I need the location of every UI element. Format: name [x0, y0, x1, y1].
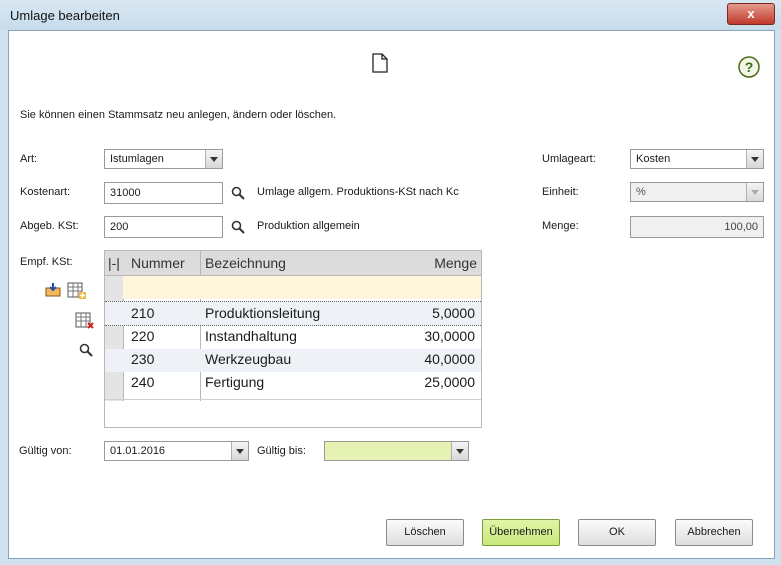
add-row-icon[interactable]: [67, 282, 87, 300]
document-icon[interactable]: [372, 53, 388, 73]
grid-header-menge[interactable]: Menge: [434, 255, 477, 271]
art-label: Art:: [20, 153, 38, 165]
cancel-button[interactable]: Abbrechen: [675, 519, 753, 546]
row-nummer: 230: [131, 351, 155, 367]
grid-header-bezeichnung[interactable]: Bezeichnung: [205, 255, 286, 271]
art-select[interactable]: Istumlagen: [104, 149, 223, 169]
umlageart-select[interactable]: Kosten: [630, 149, 764, 169]
svg-text:?: ?: [745, 59, 754, 75]
intro-text: Sie können einen Stammsatz neu anlegen, …: [20, 109, 337, 121]
grid-divider: [105, 399, 481, 400]
chevron-down-icon[interactable]: [205, 150, 222, 168]
search-icon[interactable]: [231, 186, 245, 200]
empf-kst-grid[interactable]: |-| Nummer Bezeichnung Menge 210 Produkt…: [104, 250, 482, 428]
menge-field: 100,00: [630, 216, 764, 238]
kostenart-label: Kostenart:: [20, 186, 71, 198]
umlageart-label: Umlageart:: [542, 153, 596, 165]
abgeb-kst-label: Abgeb. KSt:: [20, 220, 79, 232]
row-nummer: 210: [131, 305, 155, 321]
ok-button[interactable]: OK: [578, 519, 656, 546]
table-row[interactable]: 240 Fertigung 25,0000: [105, 372, 481, 395]
import-icon[interactable]: [45, 283, 61, 297]
table-row[interactable]: 210 Produktionsleitung 5,0000: [105, 301, 481, 326]
row-menge: 5,0000: [432, 305, 475, 321]
help-icon[interactable]: ?: [738, 56, 760, 78]
row-bezeichnung: Werkzeugbau: [205, 351, 292, 367]
einheit-value: %: [636, 186, 646, 198]
grid-new-row[interactable]: [105, 276, 481, 299]
chevron-down-icon[interactable]: [231, 442, 248, 460]
title-bar[interactable]: Umlage bearbeiten x: [0, 0, 781, 30]
abgeb-kst-field[interactable]: 200: [104, 216, 223, 238]
table-row[interactable]: 230 Werkzeugbau 40,0000: [105, 349, 481, 372]
row-menge: 30,0000: [424, 328, 475, 344]
empf-kst-label: Empf. KSt:: [20, 256, 73, 268]
table-row[interactable]: 220 Instandhaltung 30,0000: [105, 326, 481, 349]
menge-value: 100,00: [724, 221, 758, 233]
row-menge: 40,0000: [424, 351, 475, 367]
kostenart-description: Umlage allgem. Produktions-KSt nach Kc: [257, 186, 459, 198]
grid-header: |-| Nummer Bezeichnung Menge: [105, 251, 481, 276]
gueltig-von-label: Gültig von:: [19, 445, 72, 457]
grid-header-nummer[interactable]: Nummer: [131, 255, 185, 271]
grid-header-marker[interactable]: |-|: [108, 255, 120, 271]
close-button[interactable]: x: [727, 3, 775, 25]
gueltig-von-value: 01.01.2016: [110, 445, 166, 457]
art-value: Istumlagen: [110, 153, 164, 165]
einheit-select[interactable]: %: [630, 182, 764, 202]
kostenart-field[interactable]: 31000: [104, 182, 223, 204]
apply-button[interactable]: Übernehmen: [482, 519, 560, 546]
delete-button[interactable]: Löschen: [386, 519, 464, 546]
kostenart-value: 31000: [110, 187, 141, 199]
search-icon[interactable]: [231, 220, 245, 234]
chevron-down-icon[interactable]: [746, 150, 763, 168]
row-nummer: 220: [131, 328, 155, 344]
abgeb-kst-description: Produktion allgemein: [257, 220, 360, 232]
delete-row-icon[interactable]: [75, 312, 95, 330]
umlageart-value: Kosten: [636, 153, 671, 165]
row-nummer: 240: [131, 374, 155, 390]
chevron-down-icon[interactable]: [451, 442, 468, 460]
close-icon: x: [747, 6, 755, 21]
row-menge: 25,0000: [424, 374, 475, 390]
window-title: Umlage bearbeiten: [10, 8, 120, 23]
gueltig-bis-field[interactable]: [324, 441, 469, 461]
einheit-label: Einheit:: [542, 186, 579, 198]
menge-label: Menge:: [542, 220, 579, 232]
row-bezeichnung: Produktionsleitung: [205, 305, 321, 321]
chevron-down-icon: [746, 183, 763, 201]
row-bezeichnung: Instandhaltung: [205, 328, 297, 344]
row-bezeichnung: Fertigung: [205, 374, 265, 390]
gueltig-von-field[interactable]: 01.01.2016: [104, 441, 249, 461]
search-icon[interactable]: [79, 343, 93, 357]
gueltig-bis-label: Gültig bis:: [257, 445, 306, 457]
abgeb-kst-value: 200: [110, 221, 129, 233]
